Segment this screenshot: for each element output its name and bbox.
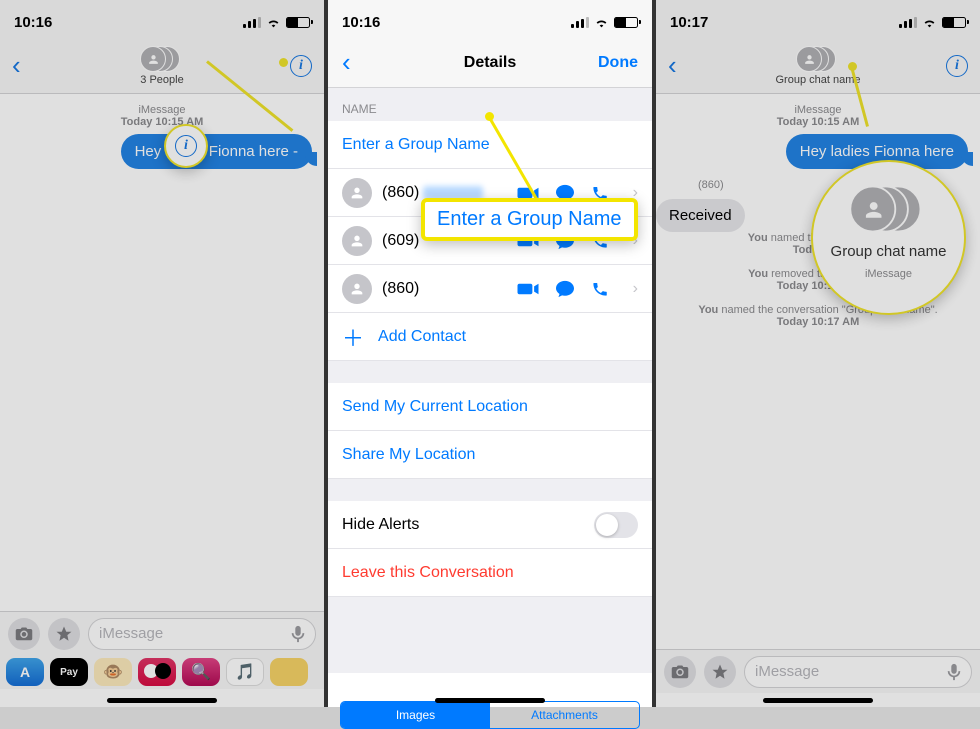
battery-icon xyxy=(942,17,966,28)
compose-bar: iMessage xyxy=(656,649,980,693)
animoji-icon[interactable]: 🐵 xyxy=(94,658,132,686)
header-subtitle: 3 People xyxy=(140,74,183,86)
app-extra-icon[interactable] xyxy=(270,658,308,686)
mic-icon[interactable] xyxy=(947,663,961,681)
system-message: You named the conversation "Group chat n… xyxy=(656,304,980,328)
home-indicator[interactable] xyxy=(763,698,873,703)
add-contact-button[interactable]: ＋ Add Contact xyxy=(328,313,652,361)
camera-button[interactable] xyxy=(8,618,40,650)
wifi-icon xyxy=(594,17,609,28)
sender-label: (860) xyxy=(698,179,724,191)
hide-alerts-row: Hide Alerts xyxy=(328,501,652,549)
wifi-icon xyxy=(922,17,937,28)
battery-icon xyxy=(614,17,638,28)
signal-icon xyxy=(243,17,261,28)
timestamp: iMessage Today 10:15 AM xyxy=(656,104,980,128)
seg-attachments[interactable]: Attachments xyxy=(490,702,639,728)
segmented-control[interactable]: Images Attachments xyxy=(340,701,640,729)
callout-group-title: Group chat name iMessage xyxy=(811,160,966,315)
hide-alerts-toggle[interactable] xyxy=(594,512,638,538)
wifi-icon xyxy=(266,17,281,28)
group-name-input[interactable]: Enter a Group Name xyxy=(328,121,652,169)
message-incoming[interactable]: Received xyxy=(656,199,745,232)
status-time: 10:16 xyxy=(342,14,490,31)
status-bar: 10:16 xyxy=(0,0,324,38)
info-button[interactable]: i xyxy=(290,55,312,77)
music-icon[interactable]: 🎵 xyxy=(226,658,264,686)
appstore-button[interactable] xyxy=(704,656,736,688)
digital-touch-icon[interactable] xyxy=(138,658,176,686)
app-strip[interactable]: A Pay 🐵 🔍 🎵 xyxy=(0,655,324,689)
callout-group-name: Enter a Group Name xyxy=(421,198,638,241)
status-bar: 10:17 xyxy=(656,0,980,38)
home-indicator[interactable] xyxy=(107,698,217,703)
chat-header: ‹ 3 People i xyxy=(0,38,324,94)
apple-pay-icon[interactable]: Pay xyxy=(50,658,88,686)
compose-bar: iMessage xyxy=(0,611,324,655)
video-icon[interactable] xyxy=(517,282,539,296)
camera-button[interactable] xyxy=(664,656,696,688)
chat-header: ‹ Group chat name i xyxy=(656,38,980,94)
plus-icon: ＋ xyxy=(342,321,364,353)
compose-input[interactable]: iMessage xyxy=(744,656,972,688)
done-button[interactable]: Done xyxy=(598,54,638,72)
status-time: 10:16 xyxy=(14,14,162,31)
avatar-icon xyxy=(342,274,372,304)
callout-info-icon: i xyxy=(164,124,208,168)
images-icon[interactable]: 🔍 xyxy=(182,658,220,686)
status-bar: 10:16 xyxy=(328,0,652,38)
status-time: 10:17 xyxy=(670,14,818,31)
avatar-icon xyxy=(342,226,372,256)
back-button[interactable]: ‹ xyxy=(12,50,21,81)
home-indicator[interactable] xyxy=(435,698,545,703)
avatar-icon xyxy=(342,178,372,208)
compose-input[interactable]: iMessage xyxy=(88,618,316,650)
appstore-button[interactable] xyxy=(48,618,80,650)
group-avatar-icon[interactable] xyxy=(144,45,180,73)
signal-icon xyxy=(571,17,589,28)
leave-conversation-button[interactable]: Leave this Conversation xyxy=(328,549,652,597)
chat-body[interactable]: iMessage Today 10:15 AM Hey ladies Fionn… xyxy=(0,94,324,584)
message-outgoing[interactable]: Hey ladies Fionna here - xyxy=(121,134,312,169)
header-subtitle: Group chat name xyxy=(776,74,861,86)
back-button[interactable]: ‹ xyxy=(668,50,677,81)
seg-images[interactable]: Images xyxy=(341,702,490,728)
battery-icon xyxy=(286,17,310,28)
contact-row-3[interactable]: (860) › xyxy=(328,265,652,313)
signal-icon xyxy=(899,17,917,28)
message-icon[interactable] xyxy=(555,280,575,298)
send-location-button[interactable]: Send My Current Location xyxy=(328,383,652,431)
share-location-button[interactable]: Share My Location xyxy=(328,431,652,479)
details-header: ‹ Details Done xyxy=(328,38,652,88)
group-avatar-icon[interactable] xyxy=(800,45,836,73)
info-button[interactable]: i xyxy=(946,55,968,77)
app-store-icon[interactable]: A xyxy=(6,658,44,686)
mic-icon[interactable] xyxy=(291,625,305,643)
chevron-right-icon: › xyxy=(633,280,638,298)
phone-icon[interactable] xyxy=(591,280,609,298)
